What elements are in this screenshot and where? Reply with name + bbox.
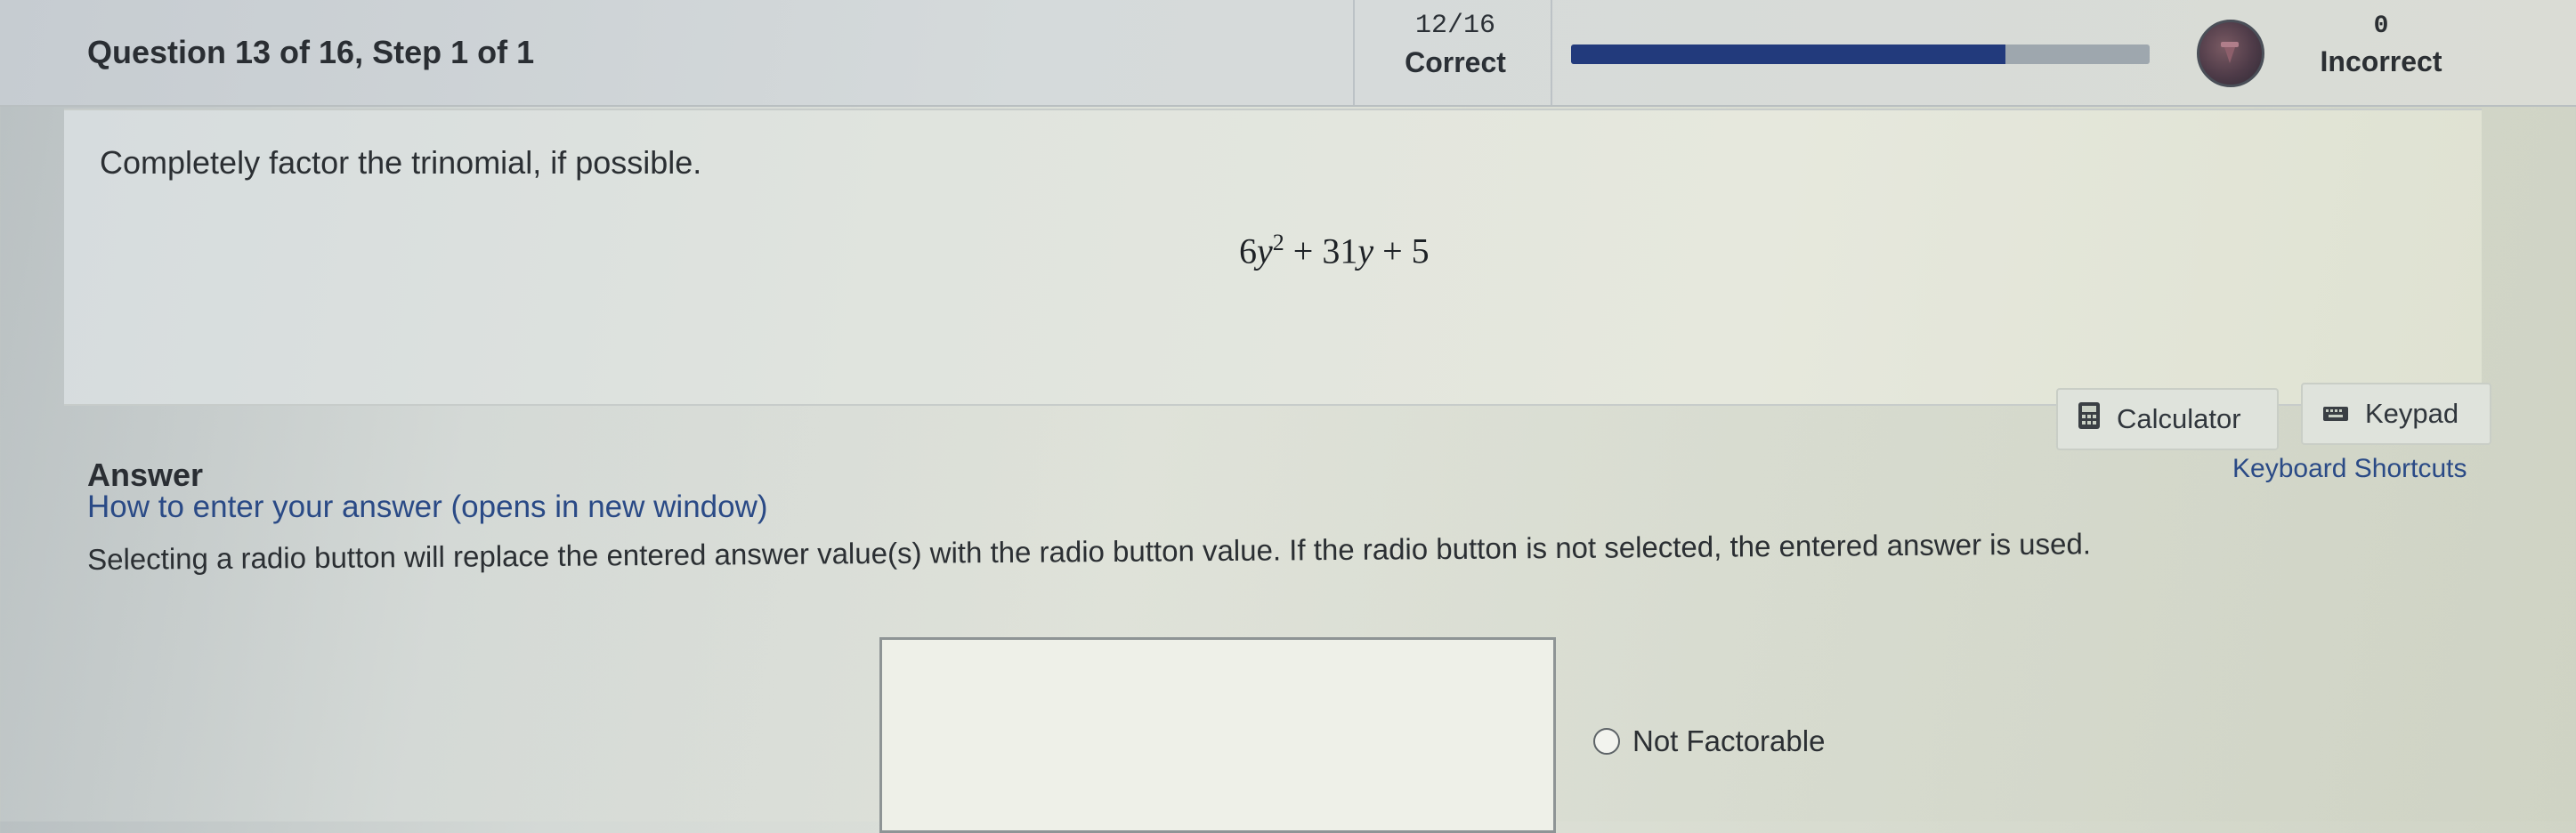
header-divider (1551, 0, 1552, 105)
answer-help-link[interactable]: How to enter your answer (opens in new w… (87, 489, 768, 525)
question-prompt: Completely factor the trinomial, if poss… (100, 144, 702, 181)
calculator-icon (2078, 401, 2101, 437)
progress-bar-fill (1571, 44, 2005, 64)
not-factorable-option[interactable]: Not Factorable (1593, 724, 1825, 758)
question-header: Question 13 of 16, Step 1 of 1 12/16 Cor… (0, 0, 2576, 107)
marker-icon[interactable] (2197, 20, 2264, 87)
operator: + (1292, 230, 1314, 271)
answer-heading: Answer (87, 457, 204, 493)
radio-label[interactable]: Not Factorable (1632, 724, 1825, 758)
operator: + (1382, 230, 1403, 271)
calculator-button[interactable]: Calculator (2056, 388, 2279, 450)
answer-input[interactable] (879, 637, 1556, 833)
term1-coefficient: 6 (1239, 230, 1257, 271)
term2-coefficient: 31 (1322, 230, 1358, 271)
term1-exponent: 2 (1272, 230, 1284, 255)
score-fraction: 12/16 (1414, 11, 1495, 41)
constant-term: 5 (1411, 230, 1430, 271)
keyboard-icon (2322, 398, 2349, 430)
calculator-label: Calculator (2117, 403, 2241, 434)
radio-instructions: Selecting a radio button will replace th… (87, 527, 2092, 576)
keyboard-shortcuts-link[interactable]: Keyboard Shortcuts (2232, 454, 2467, 484)
math-expression: 6y2 + 31y + 5 (1239, 230, 1430, 271)
radio-button[interactable] (1593, 728, 1620, 755)
incorrect-block: 0 Incorrect (2305, 12, 2457, 78)
incorrect-label: Incorrect (2320, 45, 2442, 77)
term2-variable: y (1357, 230, 1374, 271)
question-title: Question 13 of 16, Step 1 of 1 (87, 34, 535, 70)
incorrect-count: 0 (2373, 12, 2389, 40)
term1-variable: y (1257, 230, 1273, 271)
correct-label: Correct (1405, 46, 1506, 78)
keypad-button[interactable]: Keypad (2301, 383, 2491, 445)
keypad-label: Keypad (2365, 398, 2459, 429)
progress-bar (1571, 44, 2150, 64)
score-block: 12/16 Correct (1353, 11, 1558, 79)
